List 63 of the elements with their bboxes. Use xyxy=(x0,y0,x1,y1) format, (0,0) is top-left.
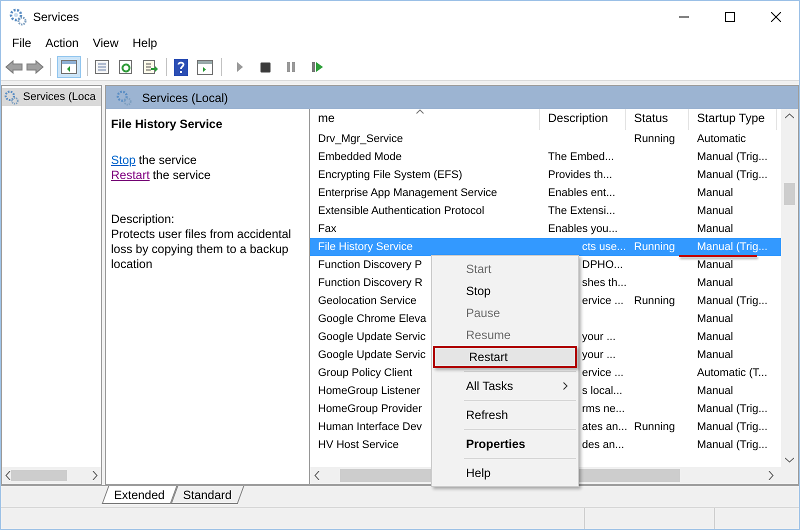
table-cell: Enterprise App Management Service xyxy=(318,186,498,199)
table-cell: s local... xyxy=(582,384,622,397)
table-cell: The Embed... xyxy=(548,150,614,163)
table-cell: Manual xyxy=(697,276,734,289)
table-cell: des an... xyxy=(582,438,624,451)
table-cell: Embedded Mode xyxy=(318,150,402,163)
table-cell: Extensible Authentication Protocol xyxy=(318,204,484,217)
table-cell: DPHO... xyxy=(582,258,623,271)
table-cell: Provides th... xyxy=(548,168,612,181)
table-cell: Manual (Trig... xyxy=(697,150,768,163)
table-cell: Manual xyxy=(697,258,734,271)
table-cell: Automatic xyxy=(697,132,746,145)
table-cell: your ... xyxy=(582,330,616,343)
table-cell: Manual xyxy=(697,222,734,235)
table-cell: Manual (Trig... xyxy=(697,294,768,307)
table-cell: Manual (Trig... xyxy=(697,420,768,433)
table-cell: Enables ent... xyxy=(548,186,616,199)
table-cell: Manual xyxy=(697,186,734,199)
table-cell: Manual xyxy=(697,312,734,325)
table-cell: Manual xyxy=(697,384,734,397)
description-text: Protects user files from accidental loss by copying them to a backup location xyxy=(111,227,292,272)
table-cell: Manual (Trig... xyxy=(697,402,768,415)
table-cell: Google Chrome Eleva xyxy=(318,312,426,325)
action-text: the service xyxy=(152,168,211,182)
window-title: Services xyxy=(33,8,80,26)
table-cell: ates an... xyxy=(582,420,628,433)
table-cell: Enables you... xyxy=(548,222,618,235)
table-cell: Function Discovery R xyxy=(318,276,423,289)
table-cell: Manual xyxy=(697,204,734,217)
table-cell: Manual (Trig... xyxy=(697,168,768,181)
table-cell: Fax xyxy=(318,222,336,235)
description-label: Description: xyxy=(111,212,176,227)
table-cell: Running xyxy=(634,294,675,307)
table-cell: Encrypting File System (EFS) xyxy=(318,168,462,181)
table-cell: ervice ... xyxy=(582,366,624,379)
table-cell: Manual xyxy=(697,330,734,343)
table-cell: HomeGroup Provider xyxy=(318,402,422,415)
table-cell: Function Discovery P xyxy=(318,258,422,271)
table-cell: Drv_Mgr_Service xyxy=(318,132,403,145)
table-cell: Running xyxy=(634,240,675,253)
table-cell: your ... xyxy=(582,348,616,361)
table-cell: Google Update Servic xyxy=(318,348,426,361)
pane-title: Services (Local) xyxy=(142,90,228,106)
table-cell: ervice ... xyxy=(582,294,624,307)
table-cell: shes th... xyxy=(582,276,627,289)
table-cell: Group Policy Client xyxy=(318,366,412,379)
table-cell: cts use... xyxy=(582,240,626,253)
table-cell: Running xyxy=(634,420,675,433)
table-cell: Automatic (T... xyxy=(697,366,768,379)
table-cell: Manual xyxy=(697,348,734,361)
action-text: the service xyxy=(138,153,197,167)
table-cell: HV Host Service xyxy=(318,438,399,451)
table-cell: Manual (Trig... xyxy=(697,240,768,253)
table-cell: File History Service xyxy=(318,240,413,253)
table-cell: Google Update Servic xyxy=(318,330,426,343)
table-cell: The Extensi... xyxy=(548,204,616,217)
table-cell: Geolocation Service xyxy=(318,294,416,307)
table-cell: Running xyxy=(634,132,675,145)
service-title: File History Service xyxy=(111,116,224,133)
table-cell: rms ne... xyxy=(582,402,625,415)
table-cell: HomeGroup Listener xyxy=(318,384,420,397)
table-cell: Human Interface Dev xyxy=(318,420,422,433)
table-cell: Manual (Trig... xyxy=(697,438,768,451)
